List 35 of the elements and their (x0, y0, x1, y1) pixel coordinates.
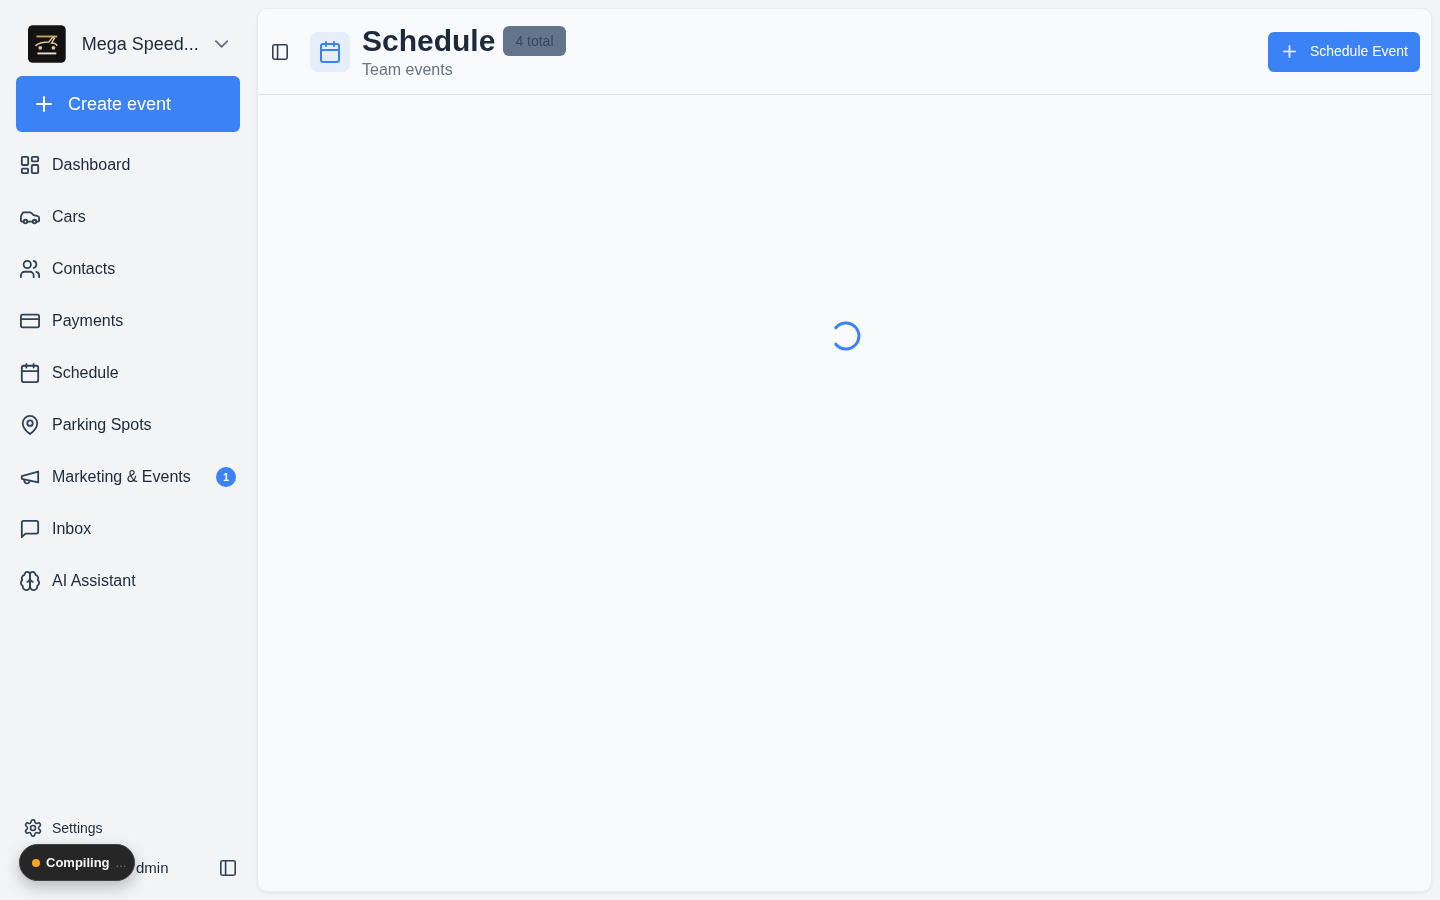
credit-card-icon (20, 311, 40, 331)
settings-icon (24, 819, 42, 837)
users-icon (20, 259, 40, 279)
status-dot-icon (32, 858, 40, 867)
page-subtitle: Team events (362, 59, 454, 80)
nav-item[interactable]: Marketing & Events 1 (0, 451, 256, 503)
chat-bubble-icon (20, 519, 40, 539)
logo-image (28, 24, 66, 64)
map-pin-icon (20, 415, 40, 435)
dashboard-icon (20, 155, 40, 175)
panel-left-icon[interactable] (220, 860, 236, 876)
nav-item[interactable]: Cars (0, 191, 256, 243)
create-event-button[interactable]: Create event (16, 76, 240, 132)
page-title: Schedule (362, 22, 496, 59)
toast-label: Compiling (46, 853, 110, 872)
nav-item[interactable]: Inbox (0, 503, 256, 555)
count-badge: 1 (216, 467, 236, 487)
settings-link[interactable]: Settings (0, 810, 256, 846)
ellipsis-text: ... (115, 853, 127, 872)
schedule-event-button[interactable]: Schedule Event (1267, 31, 1420, 72)
nav-item[interactable]: Dashboard (0, 139, 256, 191)
calendar-icon (319, 40, 341, 63)
nav-item[interactable]: AI Assistant (0, 555, 256, 607)
plus-icon (1282, 45, 1296, 58)
nav-item[interactable]: Payments (0, 295, 256, 347)
user-name: dmin (136, 857, 169, 878)
panel-left-icon[interactable] (272, 43, 288, 60)
brain-icon (20, 571, 40, 591)
workspace-name[interactable]: Mega Speed... (81, 30, 199, 58)
calendar-icon (20, 363, 40, 383)
nav-item[interactable]: Schedule (0, 347, 256, 399)
nav-item[interactable]: Parking Spots (0, 399, 256, 451)
plus-icon (36, 96, 52, 112)
chevron-down-icon[interactable] (214, 40, 228, 48)
nav-item[interactable]: Contacts (0, 243, 256, 295)
